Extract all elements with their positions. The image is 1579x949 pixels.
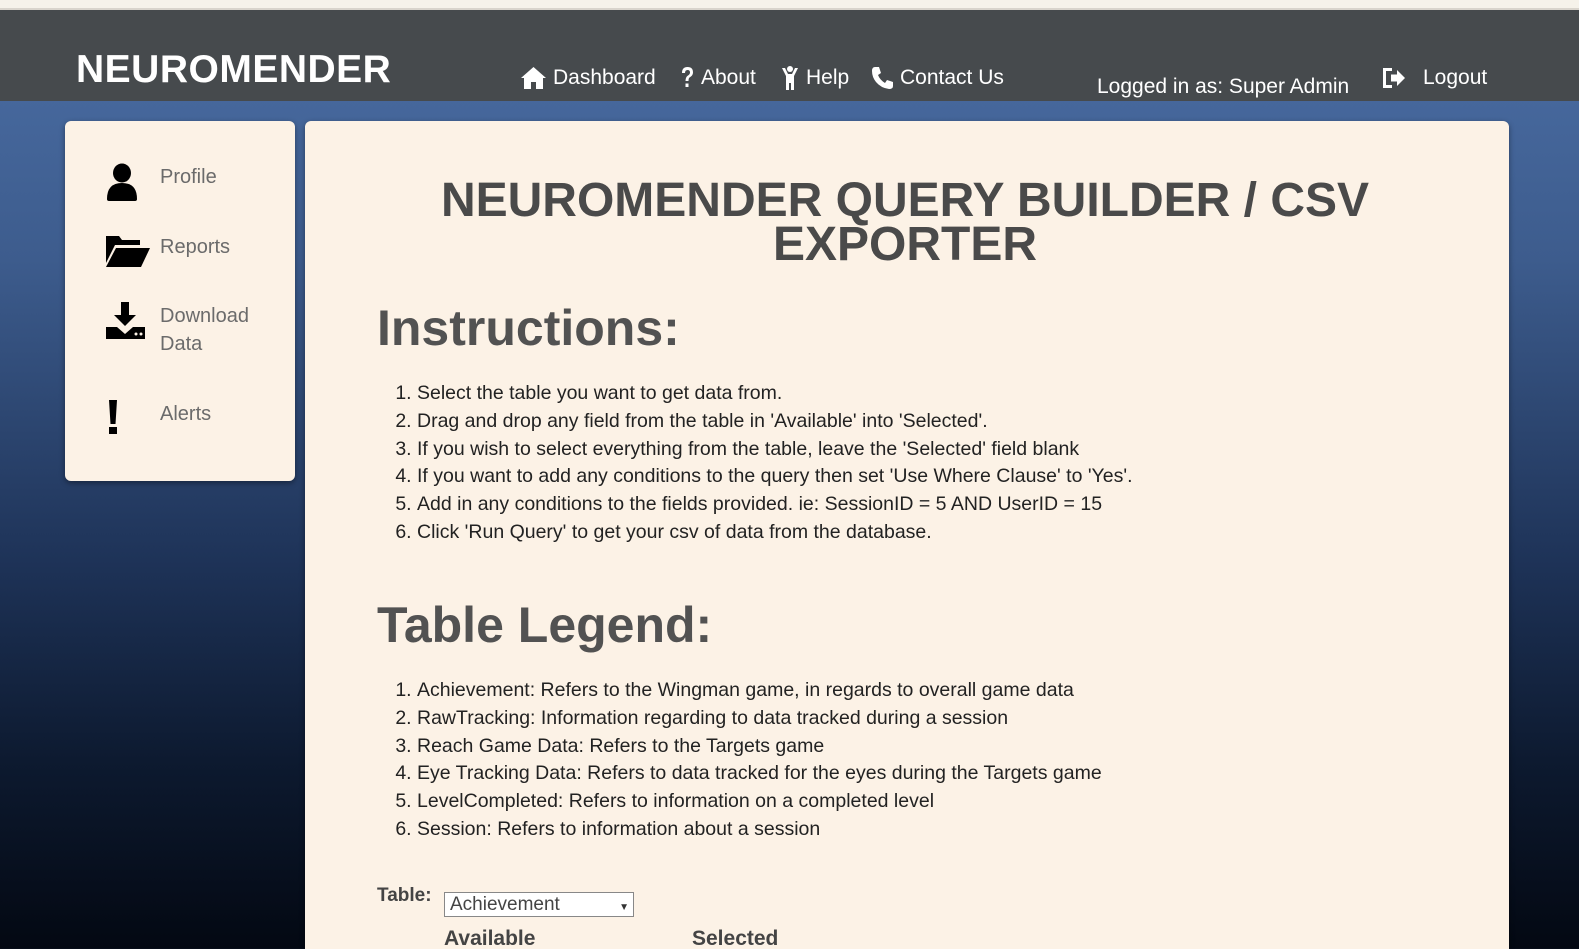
list-item: If you wish to select everything from th… bbox=[417, 436, 1133, 464]
browser-top-strip bbox=[0, 0, 1579, 10]
main-panel: NEUROMENDER QUERY BUILDER / CSV EXPORTER… bbox=[305, 121, 1509, 949]
list-item: If you want to add any conditions to the… bbox=[417, 463, 1133, 491]
exclamation-icon bbox=[105, 400, 160, 436]
nav-logout-label: Logout bbox=[1423, 66, 1488, 89]
instructions-list: Select the table you want to get data fr… bbox=[377, 380, 1133, 547]
list-item: LevelCompleted: Refers to information on… bbox=[417, 788, 1102, 816]
phone-icon bbox=[871, 66, 894, 90]
nav-contact-label: Contact Us bbox=[900, 66, 1004, 89]
question-icon bbox=[680, 66, 695, 90]
top-navbar: NEUROMENDER Dashboard About Help Contact… bbox=[0, 10, 1579, 101]
table-select[interactable]: Achievement ▼ bbox=[444, 892, 634, 917]
available-heading: Available bbox=[444, 927, 536, 949]
instructions-heading: Instructions: bbox=[377, 300, 680, 356]
nav-help-label: Help bbox=[806, 66, 850, 89]
nav-about[interactable]: About bbox=[680, 64, 756, 92]
list-item: Add in any conditions to the fields prov… bbox=[417, 491, 1133, 519]
person-help-icon bbox=[780, 65, 800, 91]
nav-about-label: About bbox=[701, 66, 756, 89]
brand-logo[interactable]: NEUROMENDER bbox=[76, 48, 391, 92]
folder-open-icon bbox=[105, 233, 160, 269]
sidebar-item-label: Alerts bbox=[160, 403, 212, 425]
nav-logout[interactable]: Logout bbox=[1380, 64, 1487, 92]
sidebar-item-label: Download Data bbox=[160, 305, 249, 355]
sidebar-item-alerts[interactable]: Alerts bbox=[105, 400, 270, 436]
table-select-label: Table: bbox=[377, 885, 432, 906]
chevron-down-icon: ▼ bbox=[619, 902, 629, 913]
list-item: Reach Game Data: Refers to the Targets g… bbox=[417, 733, 1102, 761]
table-select-value: Achievement bbox=[450, 894, 560, 915]
download-icon bbox=[105, 302, 160, 340]
logout-icon bbox=[1380, 66, 1407, 90]
list-item: Achievement: Refers to the Wingman game,… bbox=[417, 677, 1102, 705]
page-title: NEUROMENDER QUERY BUILDER / CSV EXPORTER bbox=[440, 174, 1370, 271]
nav-help[interactable]: Help bbox=[780, 64, 849, 92]
sidebar-item-label: Reports bbox=[160, 236, 231, 258]
nav-dashboard[interactable]: Dashboard bbox=[520, 64, 656, 92]
list-item: Click 'Run Query' to get your csv of dat… bbox=[417, 519, 1133, 547]
legend-heading: Table Legend: bbox=[377, 597, 713, 653]
legend-list: Achievement: Refers to the Wingman game,… bbox=[377, 677, 1102, 844]
list-item: RawTracking: Information regarding to da… bbox=[417, 705, 1102, 733]
list-item: Drag and drop any field from the table i… bbox=[417, 408, 1133, 436]
selected-heading: Selected bbox=[692, 927, 779, 949]
sidebar-item-label: Profile bbox=[160, 166, 217, 188]
home-icon bbox=[520, 66, 547, 90]
nav-contact[interactable]: Contact Us bbox=[871, 64, 1004, 92]
user-icon bbox=[105, 163, 160, 201]
list-item: Select the table you want to get data fr… bbox=[417, 380, 1133, 408]
sidebar: Profile Reports Download Data Alerts bbox=[65, 121, 295, 481]
logged-in-user: Logged in as: Super Admin bbox=[1097, 75, 1350, 98]
sidebar-item-reports[interactable]: Reports bbox=[105, 233, 270, 269]
list-item: Eye Tracking Data: Refers to data tracke… bbox=[417, 760, 1102, 788]
nav-dashboard-label: Dashboard bbox=[553, 66, 656, 89]
list-item: Session: Refers to information about a s… bbox=[417, 816, 1102, 844]
sidebar-item-profile[interactable]: Profile bbox=[105, 163, 270, 201]
sidebar-item-download-data[interactable]: Download Data bbox=[105, 302, 270, 358]
